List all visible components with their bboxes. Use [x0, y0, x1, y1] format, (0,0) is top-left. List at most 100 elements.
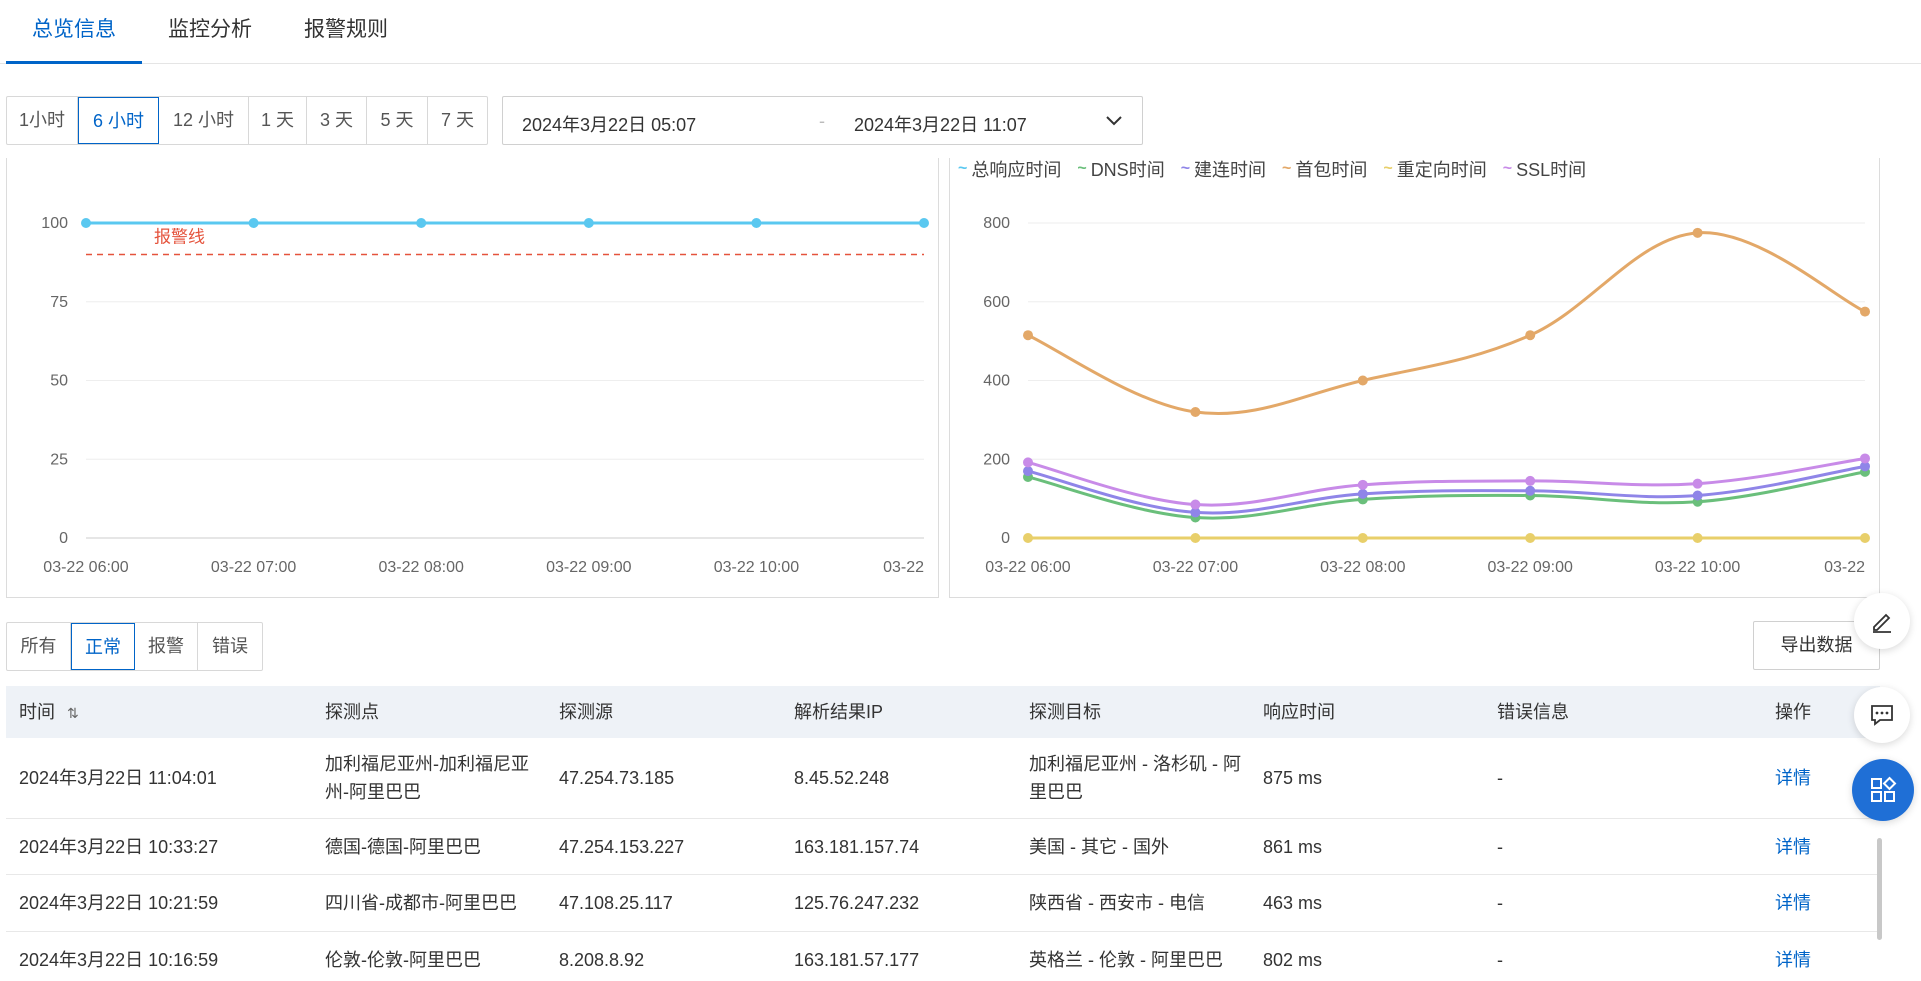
cell-error-info: -	[1497, 949, 1503, 970]
status-all[interactable]: 所有	[7, 623, 71, 670]
timing-chart-panel: 800 600 400 200 0 03-22 06:00 03-22 07:00 03-22…	[949, 158, 1880, 598]
legend-label-first-byte: 首包时间	[1295, 160, 1368, 180]
data-point	[1190, 407, 1201, 417]
time-range-selector: 1小时 6 小时 12 小时 1 天 3 天 5 天 7 天	[6, 96, 488, 145]
cell-probe-source: 47.108.25.117	[559, 893, 673, 913]
edit-button[interactable]	[1854, 593, 1910, 649]
legend-item-first-byte[interactable]: ~ 首包时间	[1282, 156, 1367, 182]
data-point	[1525, 475, 1536, 486]
time-option-6h[interactable]: 6 小时	[78, 97, 159, 144]
table-header: 时间 ⇅ 探测点 探测源 解析结果IP 探测目标 响应时间 错误信息 操作	[6, 686, 1880, 738]
x-tick-label: 03-22	[883, 559, 924, 576]
details-link[interactable]: 详情	[1762, 889, 1872, 917]
data-point	[1860, 306, 1870, 317]
legend-item-dns[interactable]: ~ DNS时间	[1077, 156, 1164, 182]
data-point	[1023, 330, 1033, 341]
legend-item-ssl[interactable]: ~ SSL时间	[1503, 156, 1586, 182]
header-error-info: 错误信息	[1497, 702, 1569, 722]
legend-swatch-total: ~	[958, 160, 968, 177]
legend-label-total: 总响应时间	[971, 160, 1062, 180]
status-alarm[interactable]: 报警	[135, 623, 198, 670]
y-tick-label: 25	[50, 451, 68, 468]
details-link[interactable]: 详情	[1762, 833, 1872, 861]
y-tick-label: 50	[50, 373, 68, 390]
y-tick-label: 75	[50, 294, 68, 311]
data-point	[1860, 453, 1870, 464]
tab-bar: 总览信息 监控分析 报警规则	[0, 0, 1921, 64]
status-normal[interactable]: 正常	[71, 623, 135, 670]
data-point	[1525, 533, 1536, 543]
time-option-3d[interactable]: 3 天	[307, 97, 367, 144]
y-tick-label: 600	[983, 294, 1010, 311]
chevron-down-icon[interactable]	[1102, 108, 1126, 132]
legend-swatch-connect: ~	[1180, 160, 1191, 177]
cell-error-info: -	[1497, 836, 1503, 857]
tab-overview[interactable]: 总览信息	[6, 0, 142, 64]
time-option-7d[interactable]: 7 天	[428, 97, 487, 144]
legend-item-total[interactable]: ~ 总响应时间	[958, 156, 1061, 182]
cell-probe-target: 美国 - 其它 - 国外	[1029, 836, 1169, 857]
apps-icon	[1871, 776, 1897, 802]
header-probe-target: 探测目标	[1029, 702, 1101, 722]
legend-swatch-first-byte: ~	[1282, 160, 1292, 177]
x-tick-label: 03-22 06:00	[985, 559, 1071, 576]
cell-response-time: 463 ms	[1263, 893, 1323, 913]
cell-error-info: -	[1497, 768, 1503, 788]
x-tick-label: 03-22 06:00	[43, 559, 129, 576]
details-link[interactable]: 详情	[1762, 946, 1872, 974]
cell-error-info: -	[1497, 893, 1503, 913]
x-tick-label: 03-22 07:00	[211, 559, 297, 576]
availability-chart: 100 75 50 25 0 03-22 06:00 03-22 07:00 03-22 08…	[41, 215, 929, 576]
time-option-5d[interactable]: 5 天	[367, 97, 428, 144]
date-range-picker[interactable]: 2024年3月22日 05:07 - 2024年3月22日 11:07	[502, 96, 1143, 145]
cell-probe-target: 陕西省 - 西安市 - 电信	[1029, 893, 1205, 913]
range-start: 2024年3月22日 05:07	[522, 115, 697, 135]
apps-button[interactable]	[1852, 759, 1914, 821]
legend-item-redirect[interactable]: ~ 重定向时间	[1383, 156, 1486, 182]
scrollbar[interactable]	[1877, 838, 1882, 940]
data-point	[248, 218, 259, 228]
legend-item-connect[interactable]: ~ 建连时间	[1181, 156, 1266, 182]
page: 总览信息 监控分析 报警规则 1小时 6 小时 12 小时 1 天 3 天 5 …	[0, 0, 1921, 981]
cell-probe-point: 加利福尼亚州-加利福尼亚州-阿里巴巴	[325, 754, 529, 802]
legend-label-ssl: SSL时间	[1516, 160, 1587, 180]
tab-monitor-analysis[interactable]: 监控分析	[150, 0, 270, 64]
cell-probe-target: 英格兰 - 伦敦 - 阿里巴巴	[1029, 949, 1223, 970]
timing-chart-legend: ~ 总响应时间 ~ DNS时间 ~ 建连时间 ~ 首包时间 ~ 重定向时间 ~ SSL时间	[958, 156, 1602, 182]
data-point	[1357, 375, 1368, 386]
results-table: 时间 ⇅ 探测点 探测源 解析结果IP 探测目标 响应时间 错误信息 操作 202…	[6, 686, 1880, 981]
time-option-1d[interactable]: 1 天	[249, 97, 307, 144]
status-filter: 所有 正常 报警 错误	[6, 622, 263, 671]
alarm-line-label: 报警线	[154, 228, 205, 247]
edit-icon	[1873, 613, 1891, 633]
y-tick-label: 800	[983, 215, 1010, 232]
cell-probe-source: 47.254.153.227	[559, 836, 685, 857]
legend-label-connect: 建连时间	[1194, 160, 1267, 180]
series-line	[1027, 464, 1866, 515]
cell-resolved-ip: 8.45.52.248	[794, 768, 890, 788]
time-option-12h[interactable]: 12 小时	[159, 97, 249, 144]
header-probe-point: 探测点	[325, 702, 379, 722]
cell-probe-point: 四川省-成都市-阿里巴巴	[325, 893, 517, 913]
legend-label-redirect: 重定向时间	[1396, 160, 1487, 180]
cell-resolved-ip: 163.181.57.177	[794, 949, 920, 970]
cell-response-time: 861 ms	[1263, 836, 1323, 857]
availability-chart-panel: 100 75 50 25 0 03-22 06:00 03-22 07:00 03-22 08…	[6, 158, 939, 598]
data-point	[751, 218, 762, 228]
time-option-1h[interactable]: 1小时	[7, 97, 78, 144]
series-line	[1027, 231, 1866, 416]
chat-button[interactable]	[1854, 687, 1910, 743]
data-point	[1692, 227, 1703, 238]
sort-icon[interactable]: ⇅	[67, 705, 79, 721]
data-point	[1525, 330, 1536, 341]
x-tick-label: 03-22	[1824, 559, 1865, 576]
cell-probe-target: 加利福尼亚州 - 洛杉矶 - 阿里巴巴	[1029, 754, 1241, 802]
header-time[interactable]: 时间 ⇅	[6, 698, 312, 727]
cell-response-time: 802 ms	[1263, 949, 1323, 970]
x-tick-label: 03-22 10:00	[1655, 559, 1741, 576]
data-point	[1190, 533, 1201, 543]
status-error[interactable]: 错误	[198, 623, 262, 670]
tab-alarm-rules[interactable]: 报警规则	[286, 0, 406, 64]
x-tick-label: 03-22 09:00	[1487, 559, 1573, 576]
range-end: 2024年3月22日 11:07	[854, 115, 1027, 135]
